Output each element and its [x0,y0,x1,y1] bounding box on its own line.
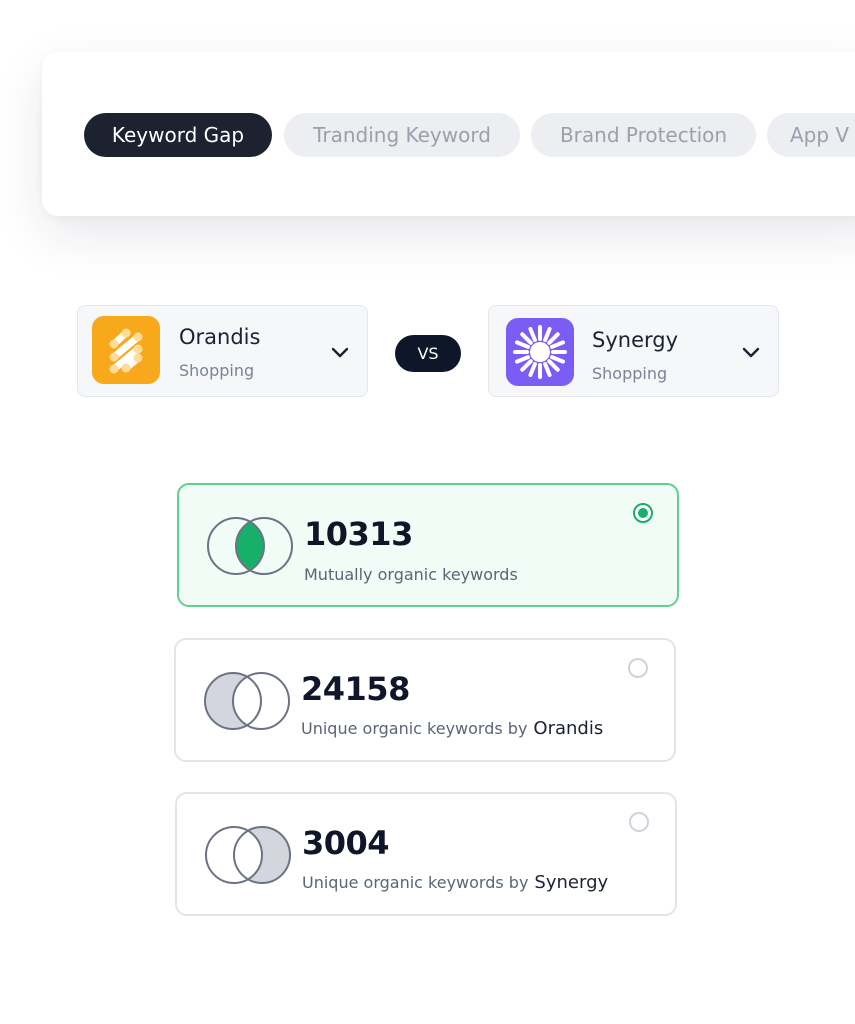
tab-app-v[interactable]: App V [767,113,855,157]
option-label-text: Unique organic keywords by [302,873,529,892]
chevron-down-icon [331,347,349,358]
option-label: Unique organic keywords by Synergy [302,872,608,893]
option-label-text: Unique organic keywords by [301,719,528,738]
app-select-left[interactable]: Orandis Shopping [77,305,368,397]
radio-selected[interactable] [633,503,653,523]
option-unique-orandis[interactable]: 24158 Unique organic keywords by Orandis [174,638,676,762]
radio-unselected[interactable] [629,812,649,832]
keyword-count: 24158 [301,670,410,708]
app-name: Orandis [179,325,261,349]
venn-intersection-icon [207,517,293,575]
option-app-name: Orandis [533,718,604,739]
app-select-right[interactable]: Synergy Shopping [488,305,779,397]
chevron-down-icon [742,347,760,358]
keyword-count: 3004 [302,824,390,862]
venn-right-icon [205,826,291,884]
tab-brand-protection[interactable]: Brand Protection [531,113,756,157]
radio-unselected[interactable] [628,658,648,678]
option-label-text: Mutually organic keywords [304,565,518,584]
keyword-count: 10313 [304,515,413,553]
app-name: Synergy [592,328,679,352]
app-category: Shopping [592,364,668,383]
app-category: Shopping [179,361,255,380]
venn-left-icon [204,672,290,730]
option-label: Mutually organic keywords [304,565,518,584]
option-mutual-keywords[interactable]: 10313 Mutually organic keywords [177,483,679,607]
option-app-name: Synergy [534,872,609,893]
vs-badge: VS [395,335,461,372]
option-unique-synergy[interactable]: 3004 Unique organic keywords by Synergy [175,792,677,916]
synergy-logo-icon [506,318,574,386]
tab-keyword-gap[interactable]: Keyword Gap [84,113,272,157]
orandis-logo-icon [92,316,160,384]
option-label: Unique organic keywords by Orandis [301,718,603,739]
tab-tranding-keyword[interactable]: Tranding Keyword [284,113,520,157]
